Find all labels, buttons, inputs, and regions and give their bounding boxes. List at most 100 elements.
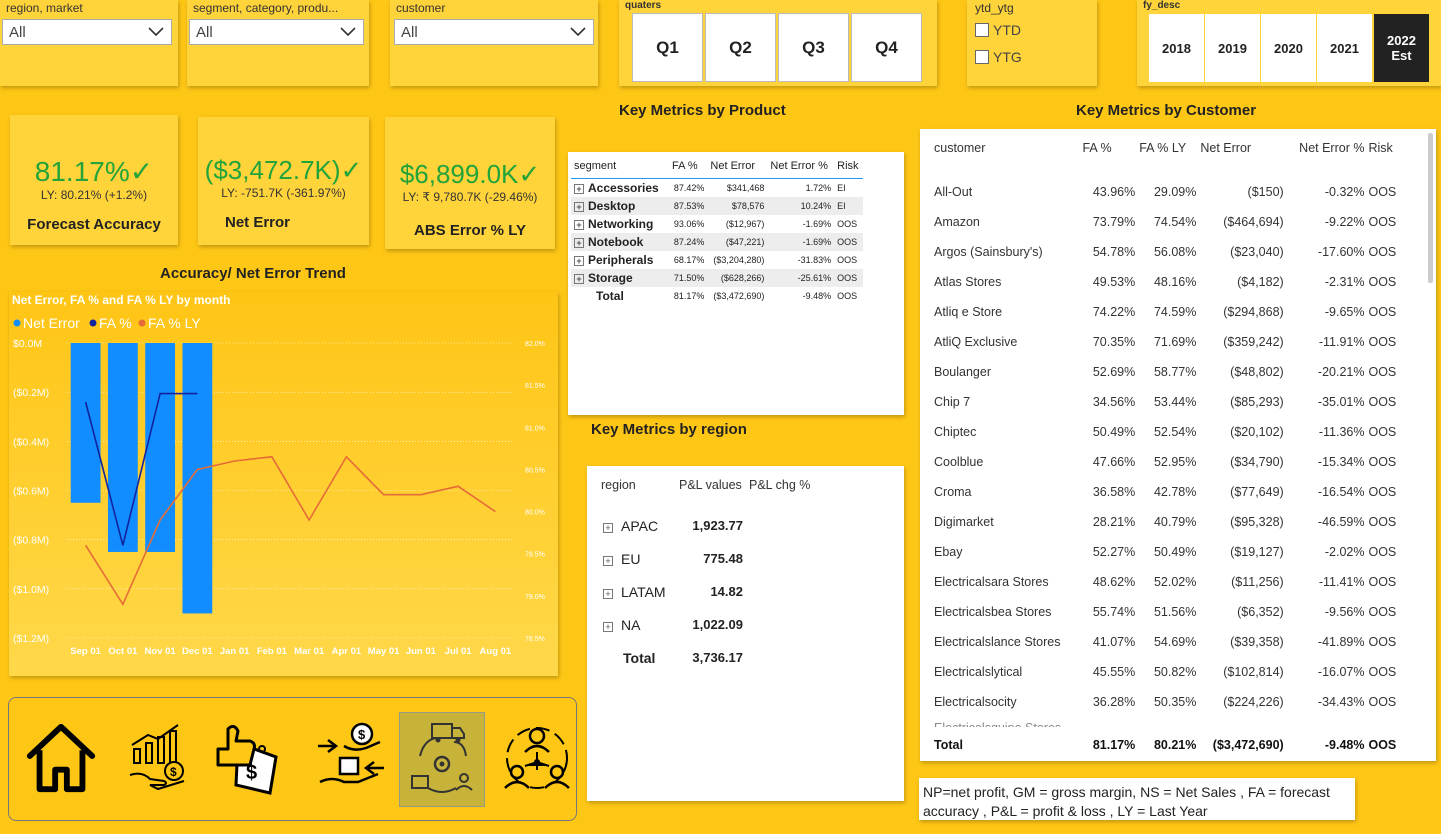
col-header[interactable]: Net Error % — [767, 156, 835, 179]
fy-2021-button[interactable]: 2021 — [1317, 14, 1372, 82]
table-row[interactable]: + APAC 1,923.77 — [603, 509, 743, 542]
col-header[interactable]: P&L chg % — [749, 478, 810, 492]
quarter-q4-button[interactable]: Q4 — [851, 13, 922, 82]
quarter-q3-button[interactable]: Q3 — [778, 13, 849, 82]
fy-2020-button[interactable]: 2020 — [1261, 14, 1316, 82]
table-row[interactable]: + NA 1,022.09 — [603, 608, 743, 641]
table-cell: 42.78% — [1153, 485, 1197, 499]
region-dropdown[interactable]: All — [2, 19, 172, 45]
table-row[interactable]: + EU 775.48 — [603, 542, 743, 575]
customer-cell: Argos (Sainsbury's) — [934, 245, 1043, 259]
y-right-tick-label: 78.5% — [525, 636, 545, 643]
col-header[interactable]: Net Error — [1200, 141, 1287, 177]
table-row[interactable]: Atlas Stores 49.53% 48.16% ($4,182) -2.31% OO… — [934, 267, 1434, 297]
table-row[interactable]: + Peripherals 68.17% ($3,204,280) -31.83% OOS — [571, 251, 863, 269]
quarter-q1-button[interactable]: Q1 — [632, 13, 703, 82]
segment-dropdown-value: All — [196, 24, 213, 41]
table-row[interactable]: Electricalsbea Stores 55.74% 51.56% ($6,352… — [934, 597, 1434, 627]
expand-icon[interactable]: + — [603, 522, 613, 533]
table-cell: 55.74% — [1092, 605, 1136, 619]
chevron-down-icon — [570, 27, 586, 37]
table-row[interactable]: Croma 36.58% 42.78% ($77,649) -16.54% OOS — [934, 477, 1434, 507]
table-row[interactable]: + Storage 71.50% ($628,266) -25.61% OOS — [571, 269, 863, 287]
expand-icon[interactable]: + — [603, 588, 613, 599]
table-row[interactable]: Amazon 73.79% 74.54% ($464,694) -9.22% OOS — [934, 207, 1434, 237]
table-row[interactable]: Electricalsara Stores 48.62% 52.02% ($11,25… — [934, 567, 1434, 597]
table-row[interactable]: All-Out 43.96% 29.09% ($150) -0.32% OOS — [934, 177, 1434, 207]
table-row[interactable]: Chiptec 50.49% 52.54% ($20,102) -11.36% OOS — [934, 417, 1434, 447]
checkbox-box — [975, 50, 989, 64]
col-header[interactable]: FA % — [1082, 141, 1139, 177]
table-row[interactable]: Atliq e Store 74.22% 74.59% ($294,868) -9.65… — [934, 297, 1434, 327]
expand-icon[interactable]: + — [574, 202, 584, 212]
table-cell: 52.95% — [1153, 455, 1197, 469]
expand-icon[interactable]: + — [603, 555, 613, 566]
table-row[interactable]: + LATAM 14.82 — [603, 575, 743, 608]
expand-icon[interactable]: + — [574, 184, 584, 194]
table-cell: -11.41% — [1318, 575, 1365, 589]
x-tick-label: May 01 — [368, 646, 400, 657]
price-tag-icon[interactable]: $ — [209, 714, 293, 802]
table-total-row: Total 3,736.17 — [603, 641, 743, 674]
expand-icon[interactable]: + — [603, 621, 613, 632]
ytg-checkbox[interactable]: YTG — [975, 49, 1022, 65]
customer-dropdown[interactable]: All — [394, 19, 594, 45]
sales-growth-icon[interactable]: $ — [119, 714, 203, 802]
table-row[interactable]: Digimarket 28.21% 40.79% ($95,328) -46.59% OO… — [934, 507, 1434, 537]
table-cell: ($85,293) — [1230, 395, 1284, 409]
fy-2019-button[interactable]: 2019 — [1205, 14, 1260, 82]
table-cell: OOS — [1368, 425, 1397, 439]
table-row[interactable]: Argos (Sainsbury's) 54.78% 56.08% ($23,040)… — [934, 237, 1434, 267]
table-row[interactable]: + Accessories 87.42% $341,468 1.72% EI — [571, 179, 863, 198]
expand-icon[interactable]: + — [574, 274, 584, 284]
col-header[interactable]: Risk — [1368, 141, 1434, 177]
expand-icon[interactable]: + — [574, 238, 584, 248]
table-cell: OOS — [1368, 365, 1397, 379]
table-cell: ($47,221) — [707, 233, 768, 251]
table-cell: OOS — [1368, 305, 1397, 319]
table-row[interactable]: AtliQ Exclusive 70.35% 71.69% ($359,242) -11… — [934, 327, 1434, 357]
team-icon[interactable] — [497, 714, 577, 802]
expand-icon[interactable]: + — [574, 256, 584, 266]
table-row[interactable]: + Notebook 87.24% ($47,221) -1.69% OOS — [571, 233, 863, 251]
table-cell: -16.07% — [1317, 665, 1365, 679]
home-icon[interactable] — [19, 714, 103, 802]
table-row[interactable]: Coolblue 47.66% 52.95% ($34,790) -15.34% OOS — [934, 447, 1434, 477]
col-header[interactable]: customer — [934, 141, 1082, 177]
col-header[interactable]: region — [601, 478, 636, 492]
y-left-tick-label: ($0.4M) — [13, 436, 49, 448]
quarter-q2-button[interactable]: Q2 — [705, 13, 776, 82]
supply-chain-icon[interactable] — [399, 712, 485, 807]
table-row[interactable]: Electricalsocity 36.28% 50.35% ($224,226) -3… — [934, 687, 1434, 717]
table-cell: ($3,204,280) — [713, 255, 765, 265]
segment-dropdown[interactable]: All — [189, 19, 364, 45]
scrollbar[interactable] — [1428, 133, 1433, 283]
table-row[interactable]: Chip 7 34.56% 53.44% ($85,293) -35.01% OOS — [934, 387, 1434, 417]
ytd-checkbox[interactable]: YTD — [975, 22, 1021, 38]
col-header[interactable]: P&L values — [679, 478, 742, 492]
customer-cell: AtliQ Exclusive — [934, 335, 1018, 349]
table-row[interactable]: + Networking 93.06% ($12,967) -1.69% OOS — [571, 215, 863, 233]
col-header[interactable]: Net Error % — [1288, 141, 1369, 177]
pl-value-cell: 1,923.77 — [692, 518, 743, 533]
table-row[interactable]: Boulanger 52.69% 58.77% ($48,802) -20.21% OOS — [934, 357, 1434, 387]
col-header[interactable]: FA % — [669, 156, 708, 179]
table-cell: 52.54% — [1153, 425, 1197, 439]
table-row[interactable]: Electricalslytical 45.55% 50.82% ($102,814)… — [934, 657, 1434, 687]
table-row[interactable]: Electricalslance Stores 41.07% 54.69% ($39,… — [934, 627, 1434, 657]
x-tick-label: Feb 01 — [257, 646, 288, 657]
x-tick-label: Oct 01 — [108, 646, 138, 657]
col-header[interactable]: FA % LY — [1139, 141, 1200, 177]
table-row[interactable]: Ebay 52.27% 50.49% ($19,127) -2.02% OOS — [934, 537, 1434, 567]
col-header[interactable]: Risk — [834, 156, 863, 179]
table-cell: ($11,256) — [1231, 575, 1284, 589]
customer-cell: Atlas Stores — [934, 275, 1002, 289]
finance-exchange-icon[interactable]: $ — [309, 714, 393, 802]
table-row[interactable]: + Desktop 87.53% $78,576 10.24% EI — [571, 197, 863, 215]
fy-2018-button[interactable]: 2018 — [1149, 14, 1204, 82]
customer-cell: Electricalslance Stores — [934, 635, 1061, 649]
expand-icon[interactable]: + — [574, 220, 584, 230]
fy-2022-est-button[interactable]: 2022 Est — [1374, 14, 1429, 82]
col-header[interactable]: Net Error — [707, 156, 768, 179]
col-header[interactable]: segment — [571, 156, 669, 179]
